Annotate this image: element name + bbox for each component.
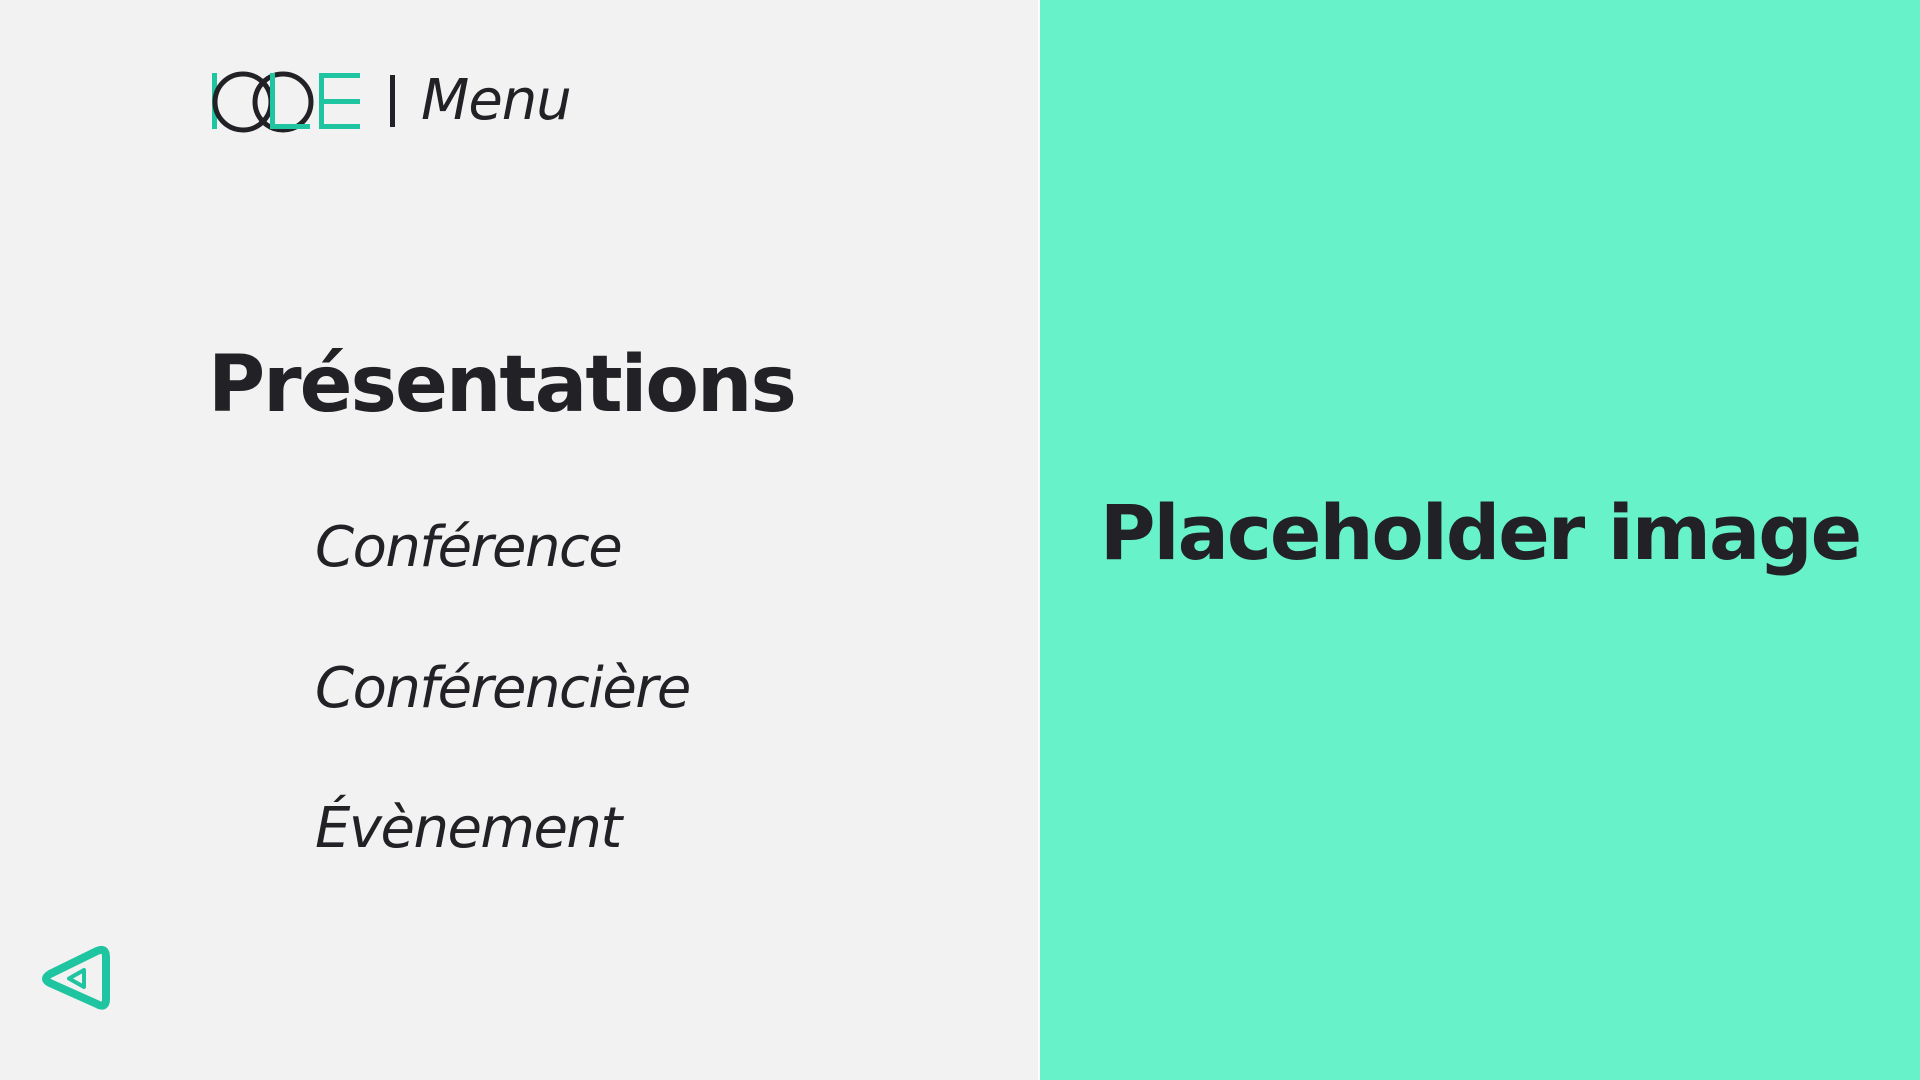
header-title: Menu [421, 68, 572, 133]
icce-logo [212, 71, 360, 133]
image-placeholder-panel: Placeholder image [1040, 0, 1920, 1080]
menu-heading: Présentations [208, 340, 797, 430]
slide: Menu Présentations Conférence Conférenci… [0, 0, 1920, 1080]
menu-item-evenement[interactable]: Évènement [315, 801, 622, 857]
menu-panel: Menu Présentations Conférence Conférenci… [0, 0, 1038, 1080]
back-button[interactable] [40, 940, 112, 1012]
placeholder-label: Placeholder image [1099, 488, 1862, 577]
back-arrow-triangle-icon [42, 945, 110, 1010]
menu-item-conference[interactable]: Conférence [315, 520, 623, 576]
menu-item-conferenciere[interactable]: Conférencière [315, 661, 691, 717]
header-divider [390, 75, 395, 127]
header: Menu [212, 66, 572, 136]
